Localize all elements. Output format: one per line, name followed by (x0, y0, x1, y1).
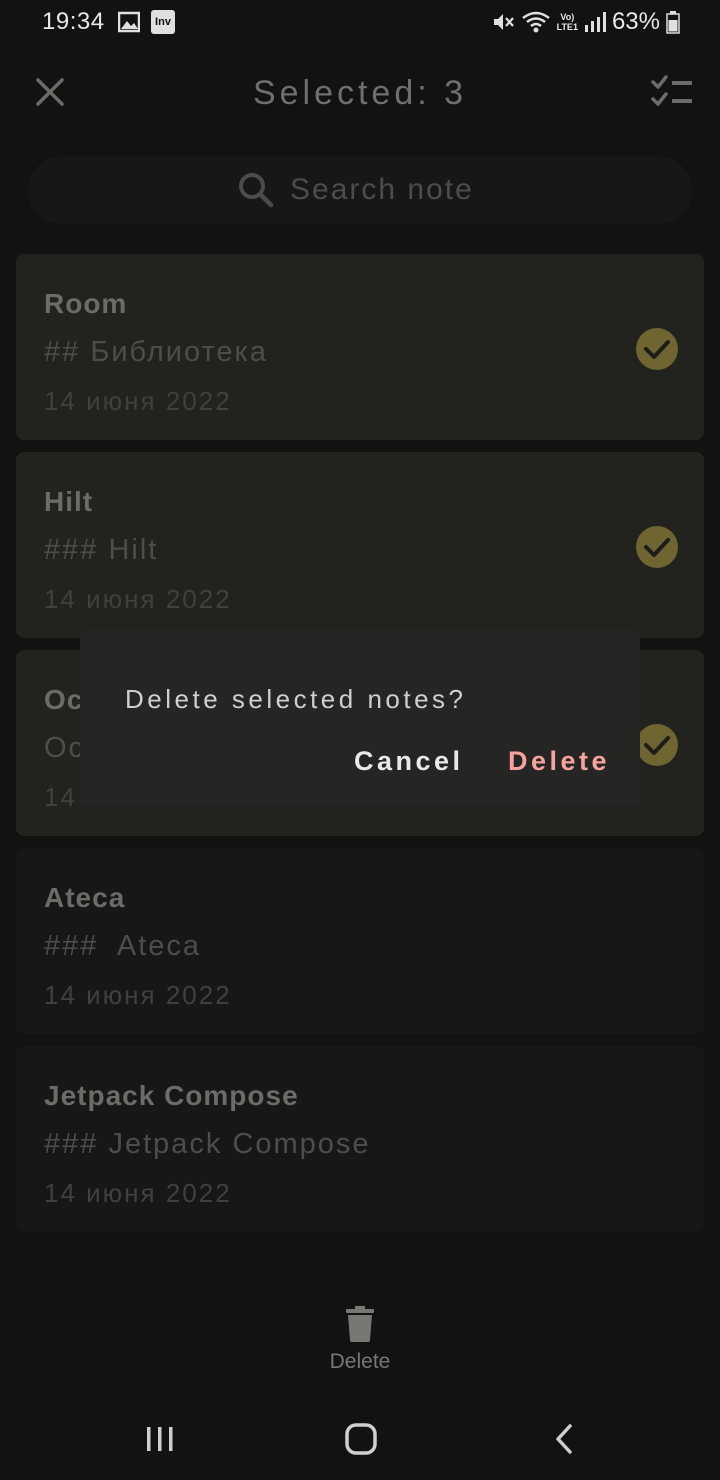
battery-percent: 63% (611, 8, 660, 35)
note-date: 14 июня 2022 (44, 584, 232, 614)
note-card-ateca[interactable]: Ateca ### Ateca 14 июня 2022 (16, 848, 704, 1034)
note-preview: ### Ateca (44, 930, 202, 962)
note-preview: ## Библиотека (44, 336, 269, 368)
inv-app-icon: Inv (151, 10, 175, 34)
signal-icon (584, 12, 606, 32)
note-date: 14 (44, 782, 77, 812)
search-bar[interactable] (28, 156, 692, 224)
note-preview: Oc (44, 732, 86, 764)
note-card-room[interactable]: Room ## Библиотека 14 июня 2022 (16, 254, 704, 440)
note-title: Room (44, 288, 128, 319)
checklist-icon (651, 75, 692, 106)
back-icon[interactable] (550, 1424, 578, 1454)
note-title: Hilt (44, 486, 94, 517)
status-icons: Vo) LTE1 63% (491, 8, 680, 36)
note-preview: ### Hilt (44, 534, 159, 566)
home-icon[interactable] (344, 1422, 378, 1456)
note-date: 14 июня 2022 (44, 980, 232, 1010)
note-card-hilt[interactable]: Hilt ### Hilt 14 июня 2022 (16, 452, 704, 638)
battery-icon (666, 11, 680, 34)
bottom-delete-button[interactable]: Delete (310, 1300, 410, 1380)
app-bar: Selected: 3 (0, 56, 720, 128)
recent-apps-icon[interactable] (144, 1424, 176, 1454)
note-title: Jetpack Compose (44, 1080, 299, 1111)
check-circle-icon (636, 328, 678, 370)
trash-icon (346, 1306, 374, 1342)
note-date: 14 июня 2022 (44, 1178, 232, 1208)
note-date: 14 июня 2022 (44, 386, 232, 416)
note-card-jetpack-compose[interactable]: Jetpack Compose ### Jetpack Compose 14 и… (16, 1046, 704, 1232)
select-all-button[interactable] (650, 72, 694, 112)
check-circle-icon (636, 526, 678, 568)
search-input[interactable] (290, 170, 650, 210)
volte-indicator: Vo) LTE1 (556, 12, 578, 32)
check-circle-icon (636, 724, 678, 766)
delete-confirm-dialog: Delete selected notes? Cancel Delete (80, 630, 640, 806)
bottom-delete-label: Delete (329, 1350, 391, 1373)
cancel-button[interactable]: Cancel (354, 746, 464, 777)
mute-icon (493, 14, 514, 30)
note-title: Ateca (44, 882, 126, 913)
confirm-delete-button[interactable]: Delete (508, 746, 610, 777)
page-title: Selected: 3 (252, 74, 468, 112)
image-icon (118, 11, 140, 33)
status-bar: 19:34 Inv Vo) LTE1 63% (0, 0, 720, 46)
note-title: Oc (44, 684, 84, 715)
system-nav-bar (0, 1400, 720, 1480)
note-preview: ### Jetpack Compose (44, 1128, 371, 1160)
search-icon (239, 173, 274, 208)
status-time: 19:34 (42, 8, 105, 35)
dialog-message: Delete selected notes? (125, 684, 467, 714)
wifi-icon (521, 11, 550, 33)
